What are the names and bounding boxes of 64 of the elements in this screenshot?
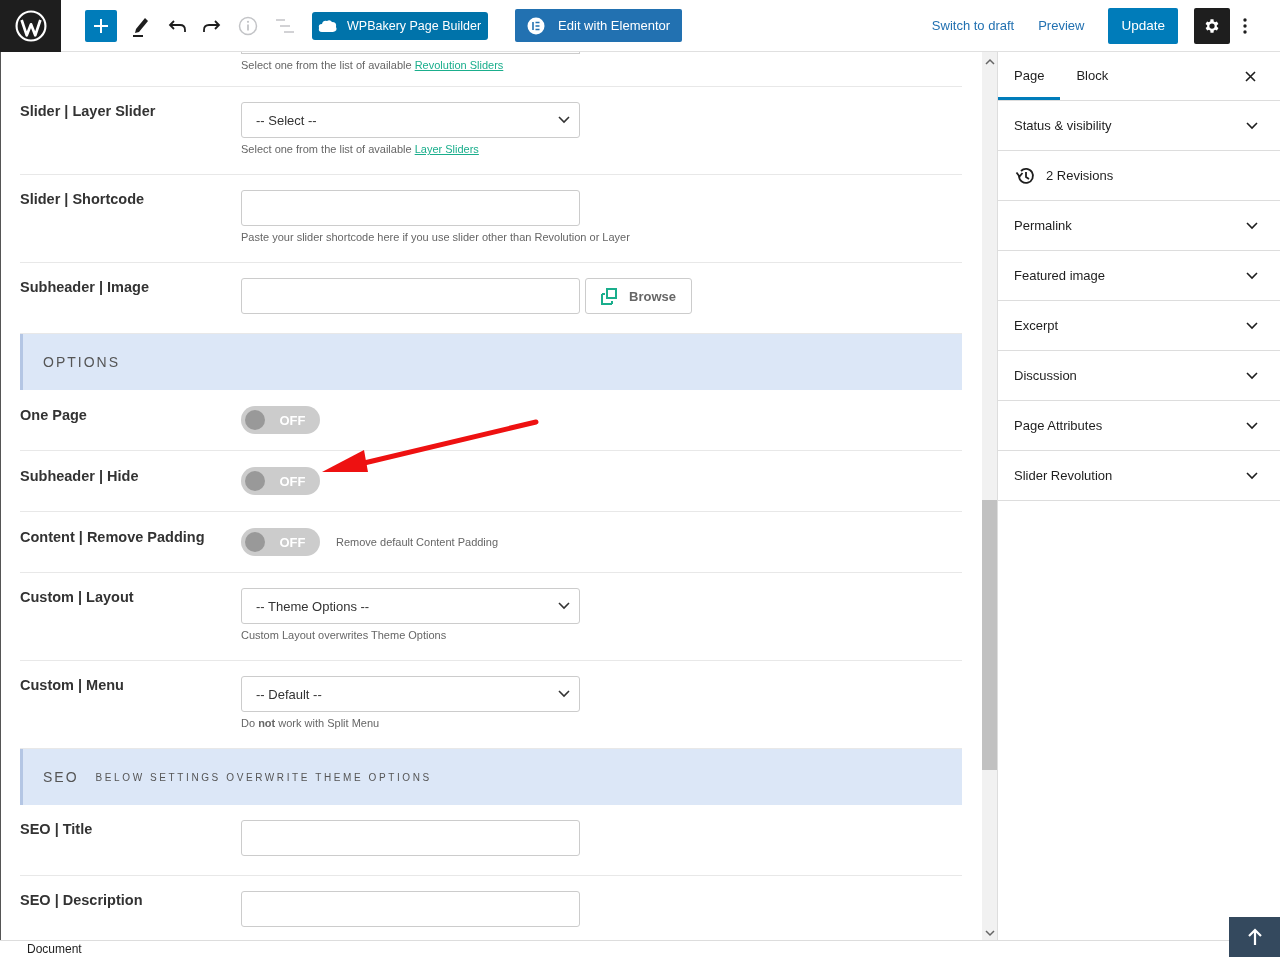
wpbakery-button[interactable]: WPBakery Page Builder — [312, 11, 489, 40]
scroll-up-icon[interactable] — [984, 58, 995, 66]
redo-icon[interactable] — [203, 18, 221, 33]
sidebar-panel[interactable]: Permalink — [998, 201, 1280, 251]
select-field[interactable]: -- Default -- — [241, 676, 580, 712]
chevron-down-icon — [558, 602, 570, 610]
text-field[interactable] — [241, 190, 580, 226]
elementor-logo-icon — [527, 16, 546, 35]
field-label: Custom | Menu — [20, 676, 124, 693]
section-title: OPTIONS — [43, 354, 120, 370]
field-hint: Do not work with Split Menu — [241, 717, 381, 729]
cloud-icon — [318, 18, 338, 33]
sidebar-panel[interactable]: Featured image — [998, 251, 1280, 301]
scroll-to-top-button[interactable] — [1229, 917, 1280, 957]
section-subtitle: BELOW SETTINGS OVERWRITE THEME OPTIONS — [95, 771, 432, 783]
history-icon — [1015, 165, 1035, 186]
sidebar-tab[interactable]: Page — [998, 52, 1061, 100]
field-label: Custom | Layout — [20, 588, 134, 605]
field-hint: Paste your slider shortcode here if you use slider other than Revolution or Layer — [241, 231, 631, 243]
scroll-down-icon[interactable] — [984, 929, 995, 937]
chevron-down-icon — [558, 116, 570, 124]
section-title: SEO — [43, 769, 79, 785]
sidebar-panel[interactable]: Excerpt — [998, 301, 1280, 351]
arrow-up-icon — [1246, 928, 1263, 946]
sidebar-tab[interactable]: Block — [1060, 52, 1125, 100]
field-label: Slider | Shortcode — [20, 190, 145, 207]
gear-icon — [1203, 16, 1221, 35]
field-hint: Remove default Content Padding — [336, 536, 499, 548]
browse-button[interactable]: Browse — [585, 278, 692, 314]
more-options-icon[interactable] — [1243, 17, 1247, 34]
field-label: One Page — [20, 406, 87, 423]
header-link[interactable]: Preview — [1038, 18, 1085, 33]
settings-button[interactable] — [1194, 7, 1230, 44]
image-url-field[interactable] — [241, 278, 580, 314]
close-icon[interactable] — [1245, 70, 1256, 82]
update-button[interactable]: Update — [1108, 7, 1178, 44]
copy-squares-icon — [601, 287, 618, 305]
field-label: SEO | Title — [20, 820, 93, 837]
field-hint: Custom Layout overwrites Theme Options — [241, 629, 448, 641]
select-field[interactable]: -- Select -- — [241, 102, 580, 138]
text-field[interactable] — [241, 891, 580, 927]
field-hint: Select one from the list of available Revolution Sliders — [241, 59, 505, 71]
field-label: Subheader | Hide — [20, 467, 139, 484]
plus-icon — [93, 17, 109, 34]
elementor-button[interactable]: Edit with Elementor — [515, 9, 683, 42]
undo-icon[interactable] — [168, 18, 186, 33]
sidebar-panel[interactable]: Slider Revolution — [998, 451, 1280, 501]
header-link[interactable]: Switch to draft — [931, 18, 1015, 33]
scrollbar[interactable] — [982, 52, 998, 941]
text-field[interactable] — [241, 820, 580, 856]
add-block-button[interactable] — [85, 9, 117, 42]
sidebar-panel[interactable]: Status & visibility — [998, 101, 1280, 151]
field-hint: Select one from the list of available Layer Sliders — [241, 143, 480, 155]
field-label: Content | Remove Padding — [20, 528, 205, 545]
wordpress-logo[interactable] — [0, 0, 61, 52]
sidebar-panel[interactable]: Page Attributes — [998, 401, 1280, 451]
select-field[interactable]: -- Theme Options -- — [241, 588, 580, 624]
field-label: Subheader | Image — [20, 278, 149, 295]
field-label: Slider | Layer Slider — [20, 102, 156, 119]
sidebar-panel[interactable]: Discussion — [998, 351, 1280, 401]
field-label: SEO | Description — [20, 891, 143, 908]
revisions-button[interactable]: 2 Revisions — [998, 151, 1280, 201]
chevron-down-icon — [558, 690, 570, 698]
breadcrumb-label: Document — [27, 942, 82, 956]
